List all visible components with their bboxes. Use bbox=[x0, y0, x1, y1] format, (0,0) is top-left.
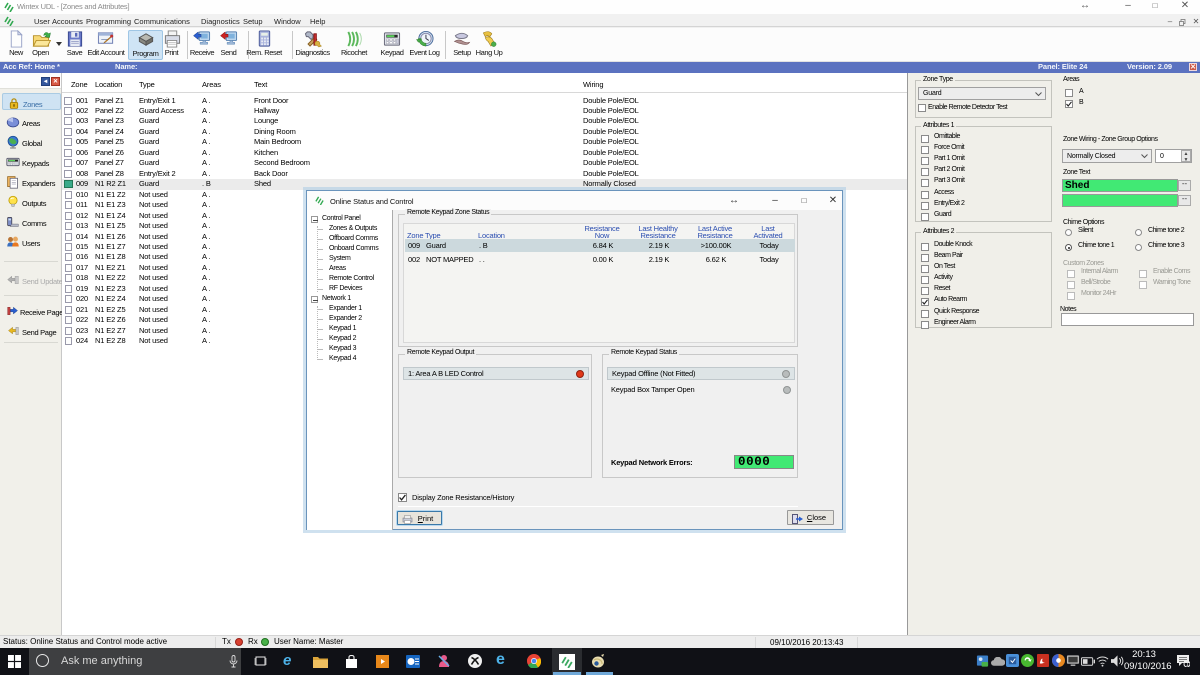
svg-text:1: 1 bbox=[1186, 662, 1189, 667]
